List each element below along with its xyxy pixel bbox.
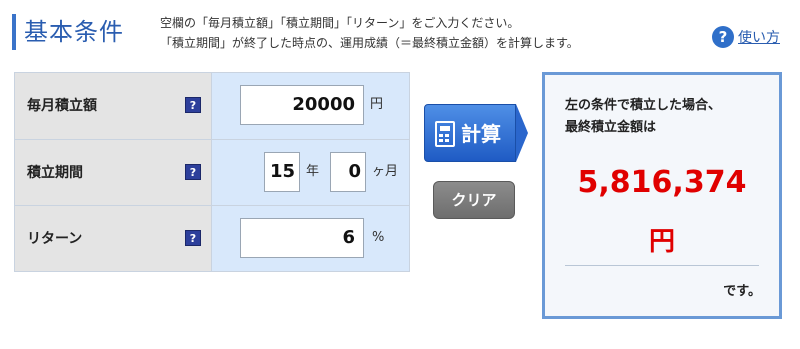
result-lead: 左の条件で積立した場合、 最終積立金額は bbox=[565, 95, 721, 139]
row-period: 積立期間 ? 15 年 0 ヶ月 bbox=[15, 139, 409, 205]
years-unit: 年 bbox=[306, 164, 320, 179]
value-cell: 15 年 0 ヶ月 bbox=[211, 140, 409, 205]
description-line-1: 空欄の「毎月積立額」「積立期間」「リターン」をご入力ください。 bbox=[160, 16, 520, 30]
calculate-arrow-shape bbox=[516, 104, 528, 162]
description-line-2: 「積立期間」が終了した時点の、運用成績（＝最終積立金額）を計算します。 bbox=[160, 36, 579, 50]
question-circle-icon: ? bbox=[712, 26, 734, 48]
description: 空欄の「毎月積立額」「積立期間」「リターン」をご入力ください。 「積立期間」が終… bbox=[160, 13, 579, 53]
label-cell: 積立期間 ? bbox=[15, 140, 211, 205]
calculate-button[interactable]: 計算 bbox=[424, 104, 528, 162]
return-label: リターン bbox=[27, 231, 83, 247]
input-form: 毎月積立額 ? 20000 円 積立期間 ? 15 年 0 ヶ月 リターン ? … bbox=[14, 72, 410, 272]
result-box: 左の条件で積立した場合、 最終積立金額は 5,816,374 円 です。 bbox=[542, 72, 782, 319]
row-return: リターン ? 6 % bbox=[15, 205, 409, 271]
question-icon[interactable]: ? bbox=[185, 97, 201, 113]
result-lead-line-2: 最終積立金額は bbox=[565, 120, 657, 135]
return-input[interactable]: 6 bbox=[240, 218, 364, 258]
label-cell: 毎月積立額 ? bbox=[15, 73, 211, 139]
result-amount: 5,816,374 bbox=[577, 165, 747, 200]
clear-button[interactable]: クリア bbox=[433, 181, 515, 219]
help-link-label[interactable]: 使い方 bbox=[738, 27, 780, 47]
monthly-amount-label: 毎月積立額 bbox=[27, 98, 97, 114]
value-cell: 6 % bbox=[211, 206, 409, 271]
years-input[interactable]: 15 bbox=[264, 152, 300, 192]
calculator-icon bbox=[435, 121, 455, 147]
calculate-button-body[interactable]: 計算 bbox=[424, 104, 516, 162]
monthly-amount-input[interactable]: 20000 bbox=[240, 85, 364, 125]
calculate-button-label[interactable]: 計算 bbox=[461, 105, 501, 163]
result-suffix: です。 bbox=[723, 284, 761, 299]
result-yen: 円 bbox=[648, 227, 675, 257]
yen-unit: 円 bbox=[370, 97, 384, 112]
header: 基本条件 空欄の「毎月積立額」「積立期間」「リターン」をご入力ください。 「積立… bbox=[0, 0, 800, 62]
title-accent-bar bbox=[12, 14, 16, 50]
period-label: 積立期間 bbox=[27, 165, 83, 181]
value-cell: 20000 円 bbox=[211, 73, 409, 139]
months-unit: ヶ月 bbox=[372, 164, 399, 179]
result-lead-line-1: 左の条件で積立した場合、 bbox=[565, 98, 722, 113]
months-input[interactable]: 0 bbox=[330, 152, 366, 192]
help-link[interactable]: ? 使い方 bbox=[712, 26, 780, 48]
question-icon[interactable]: ? bbox=[185, 164, 201, 180]
row-monthly-amount: 毎月積立額 ? 20000 円 bbox=[15, 73, 409, 139]
result-divider bbox=[565, 265, 759, 266]
question-icon[interactable]: ? bbox=[185, 230, 201, 246]
percent-unit: % bbox=[372, 230, 385, 245]
page-title: 基本条件 bbox=[24, 18, 124, 46]
label-cell: リターン ? bbox=[15, 206, 211, 271]
